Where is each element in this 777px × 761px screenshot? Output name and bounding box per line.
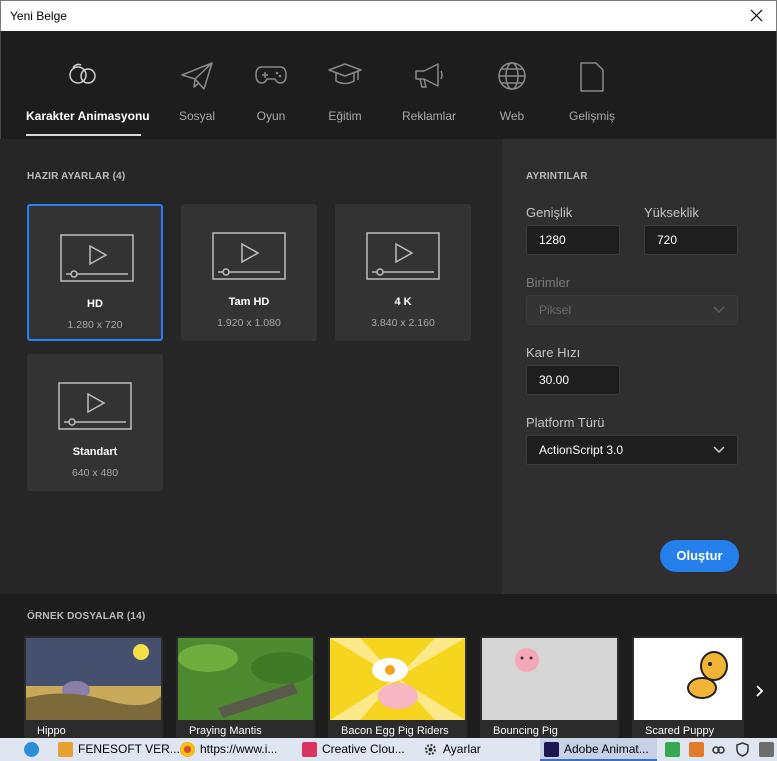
preset-card-full-hd[interactable]: Tam HD 1.920 x 1.080 xyxy=(181,204,317,341)
graduation-cap-icon xyxy=(327,61,363,94)
tab-ads[interactable]: Reklamlar xyxy=(398,31,460,139)
taskbar-label: Adobe Animat... xyxy=(564,742,649,756)
tab-label: Eğitim xyxy=(328,109,362,123)
gear-icon xyxy=(423,742,438,757)
sample-name: Praying Mantis xyxy=(189,725,262,737)
sample-scared-puppy[interactable]: Scared Puppy xyxy=(632,636,744,738)
folder-icon xyxy=(58,742,73,757)
character-animation-icon xyxy=(67,61,101,92)
sample-name: Bouncing Pig xyxy=(493,725,558,737)
active-tab-indicator xyxy=(26,134,141,136)
preset-size: 1.920 x 1.080 xyxy=(217,317,281,329)
link-icon[interactable] xyxy=(711,738,727,761)
units-label: Birimler xyxy=(526,275,571,290)
preset-name: 4 K xyxy=(394,296,412,308)
fps-field[interactable]: 30.00 xyxy=(526,365,620,395)
tab-web[interactable]: Web xyxy=(490,31,534,139)
platform-label: Platform Türü xyxy=(526,415,605,430)
video-preset-icon xyxy=(212,232,286,280)
tab-label: Web xyxy=(499,109,525,123)
title-bar: Yeni Belge xyxy=(0,0,777,31)
taskbar-item-settings[interactable]: Ayarlar xyxy=(423,738,523,761)
sample-thumbnail xyxy=(26,638,161,720)
sample-bouncing-pig[interactable]: Bouncing Pig xyxy=(480,636,619,738)
drive-icon[interactable] xyxy=(665,738,681,761)
details-title: AYRINTILAR xyxy=(526,171,588,182)
tab-game[interactable]: Oyun xyxy=(248,31,294,139)
width-field[interactable]: 1280 xyxy=(526,225,620,255)
video-preset-icon xyxy=(60,234,134,282)
creative-cloud-icon xyxy=(302,742,317,757)
height-label: Yükseklik xyxy=(644,205,699,220)
preset-card-hd[interactable]: HD 1.280 x 720 xyxy=(27,204,163,341)
platform-value: ActionScript 3.0 xyxy=(539,443,624,457)
sample-praying-mantis[interactable]: Praying Mantis xyxy=(176,636,315,738)
preset-card-standard[interactable]: Standart 640 x 480 xyxy=(27,354,163,491)
sample-hippo[interactable]: Hippo xyxy=(24,636,163,738)
taskbar-item-fenesoft[interactable]: FENESOFT VER... xyxy=(58,738,180,761)
width-label: Genişlik xyxy=(526,205,573,220)
preset-size: 1.280 x 720 xyxy=(67,319,123,331)
taskbar-item-browser[interactable]: https://www.i... xyxy=(180,738,292,761)
taskbar-item-creative-cloud[interactable]: Creative Clou... xyxy=(302,738,414,761)
close-icon[interactable] xyxy=(746,5,768,27)
taskbar-label: FENESOFT VER... xyxy=(78,742,180,756)
app-icon[interactable] xyxy=(689,738,705,761)
height-field[interactable]: 720 xyxy=(644,225,738,255)
chevron-down-icon xyxy=(713,446,725,454)
sample-thumbnail xyxy=(482,638,617,720)
shield-icon[interactable] xyxy=(735,738,751,761)
units-value: Piksel xyxy=(539,303,572,317)
preset-name: Standart xyxy=(72,446,118,458)
units-select: Piksel xyxy=(526,295,738,325)
tab-label: Gelişmiş xyxy=(568,109,615,123)
chevron-right-icon[interactable] xyxy=(752,680,768,702)
platform-select[interactable]: ActionScript 3.0 xyxy=(526,435,738,465)
sample-bacon-egg-pig-riders[interactable]: Bacon Egg Pig Riders xyxy=(328,636,467,738)
tab-character-animation[interactable]: Karakter Animasyonu xyxy=(26,31,150,139)
video-preset-icon xyxy=(366,232,440,280)
sample-name: Scared Puppy xyxy=(645,725,715,737)
sample-thumbnail xyxy=(634,638,742,720)
document-icon xyxy=(579,61,605,98)
samples-title: ÖRNEK DOSYALAR (14) xyxy=(27,611,146,622)
tab-education[interactable]: Eğitim xyxy=(322,31,368,139)
tab-label: Sosyal xyxy=(178,109,216,123)
chevron-down-icon xyxy=(713,306,725,314)
sample-thumbnail xyxy=(330,638,465,720)
taskbar-label: Creative Clou... xyxy=(322,742,405,756)
preset-name: HD xyxy=(87,298,103,310)
taskbar-label: Ayarlar xyxy=(443,742,481,756)
fps-label: Kare Hızı xyxy=(526,345,581,360)
sample-thumbnail xyxy=(178,638,315,720)
tab-social[interactable]: Sosyal xyxy=(172,31,222,139)
preset-size: 3.840 x 2.160 xyxy=(371,317,435,329)
gamepad-icon xyxy=(254,61,288,92)
globe-icon xyxy=(497,61,527,96)
presets-title: HAZIR AYARLAR (4) xyxy=(27,171,126,182)
chrome-icon xyxy=(180,742,195,757)
video-preset-icon xyxy=(58,382,132,430)
sample-name: Hippo xyxy=(37,725,66,737)
tab-advanced[interactable]: Gelişmiş xyxy=(565,31,619,139)
network-icon[interactable] xyxy=(759,738,775,761)
adobe-animate-icon xyxy=(544,742,559,757)
paper-plane-icon xyxy=(180,61,214,96)
taskbar-item-adobe-animate[interactable]: Adobe Animat... xyxy=(540,738,657,761)
tab-label: Reklamlar xyxy=(401,109,456,123)
taskbar: FENESOFT VER... https://www.i... Creativ… xyxy=(0,738,777,761)
create-button[interactable]: Oluştur xyxy=(660,540,739,572)
taskbar-label: https://www.i... xyxy=(200,742,278,756)
preset-card-4k[interactable]: 4 K 3.840 x 2.160 xyxy=(335,204,471,341)
tab-label: Oyun xyxy=(256,109,286,123)
tab-label: Karakter Animasyonu xyxy=(26,109,150,123)
megaphone-icon xyxy=(412,61,446,94)
preset-name: Tam HD xyxy=(228,296,270,308)
window-title: Yeni Belge xyxy=(10,9,67,23)
edge-icon[interactable] xyxy=(24,738,42,761)
sample-name: Bacon Egg Pig Riders xyxy=(341,725,449,737)
preset-size: 640 x 480 xyxy=(71,467,119,479)
